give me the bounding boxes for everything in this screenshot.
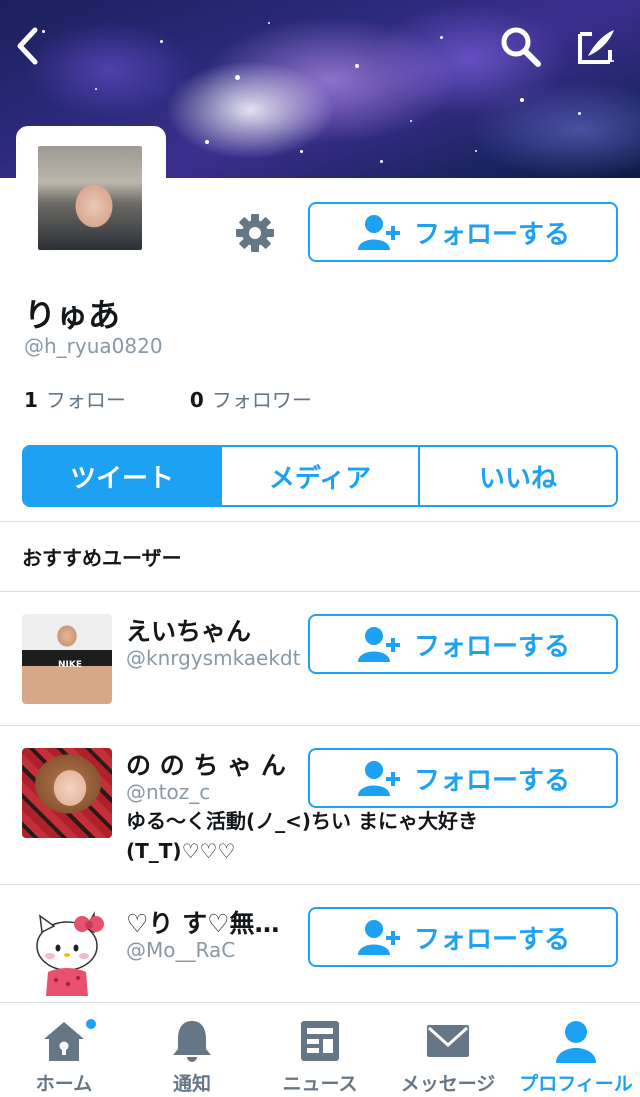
follow-button-label: フォローする [413,765,570,796]
tab-media[interactable]: メディア [220,447,418,505]
add-person-icon [357,627,400,662]
person-icon [556,1021,596,1063]
add-person-icon [357,215,400,250]
back-button[interactable] [4,22,52,70]
shirt-logo: NIKE [58,660,83,670]
compose-button[interactable] [572,22,620,70]
user-bio: ゆる〜く活動(ノ_<)ちい まにゃ大好き(T_T)♡♡♡ [126,809,479,863]
news-icon [301,1021,339,1061]
chevron-left-icon [17,27,38,65]
add-person-icon [357,920,400,955]
follow-button[interactable]: フォローする [308,748,618,808]
tab-likes[interactable]: いいね [418,447,616,505]
gear-icon [236,214,274,252]
settings-button[interactable] [234,212,276,254]
nav-profile[interactable]: プロフィール [512,1003,640,1097]
bell-icon [173,1021,211,1062]
profile-tabs: ツイート メディア いいね [22,445,618,507]
nav-news[interactable]: ニュース [256,1003,384,1097]
divider [0,725,640,726]
following-stat[interactable]: 1 フォロー [24,384,126,413]
compose-icon [578,30,614,64]
nav-notifications[interactable]: 通知 [128,1003,256,1097]
nav-label: メッセージ [400,1073,496,1095]
follow-button-label: フォローする [413,219,570,250]
user-handle: @knrgysmkaekdt [126,646,301,670]
user-handle: @ntoz_c [126,780,211,804]
user-avatar[interactable]: NIKE [22,614,112,704]
follow-button[interactable]: フォローする [308,614,618,674]
follow-button-label: フォローする [413,631,570,662]
user-avatar[interactable] [22,906,112,996]
user-handle: @Mo__RaC [126,938,236,962]
home-icon [44,1022,84,1061]
search-icon [501,27,541,67]
avatar-frame [16,126,166,270]
nav-label: プロフィール [519,1073,633,1095]
nav-label: 通知 [172,1073,211,1095]
follow-button-label: フォローする [413,924,570,955]
nav-label: ホーム [35,1073,93,1095]
divider [0,521,640,522]
suggestions-title: おすすめユーザー [22,546,182,570]
search-button[interactable] [496,22,544,70]
bottom-nav: ホーム 通知 ニュース メッセージ プロフィール [0,1002,640,1097]
follow-button[interactable]: フォローする [308,907,618,967]
divider [0,884,640,885]
user-name: ♡り す♡無… [126,909,280,938]
tab-tweets[interactable]: ツイート [24,447,220,505]
hello-kitty-icon [36,911,104,996]
followers-stat[interactable]: 0 フォロワー [190,384,312,413]
add-person-icon [357,761,400,796]
nav-messages[interactable]: メッセージ [384,1003,512,1097]
user-name: えいちゃん [126,617,252,646]
follow-button[interactable]: フォローする [308,202,618,262]
nav-label: ニュース [282,1073,358,1095]
user-name: の の ち ゃ ん [126,751,286,780]
nav-home[interactable]: ホーム [0,1003,128,1097]
profile-name: りゅあ [24,296,121,334]
profile-handle: @h_ryua0820 [24,334,163,358]
divider [0,591,640,592]
profile-stats: 1 フォロー 0 フォロワー [24,384,312,413]
avatar[interactable] [38,146,142,250]
envelope-icon [427,1025,469,1057]
user-avatar[interactable] [22,748,112,838]
notification-dot [84,1017,98,1031]
